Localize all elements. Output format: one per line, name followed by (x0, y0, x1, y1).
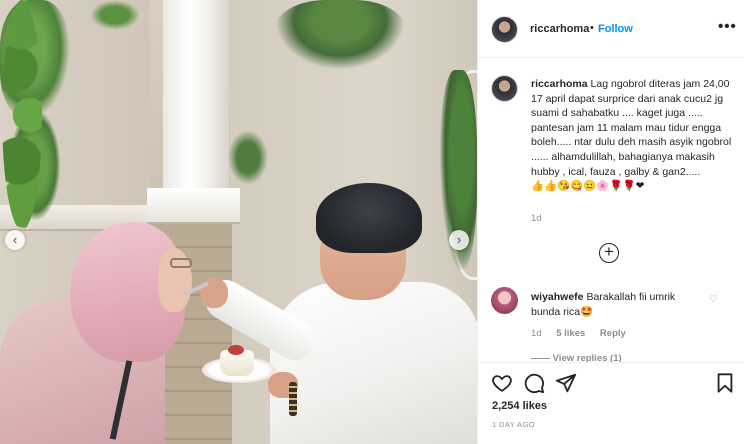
photo-watch (289, 382, 297, 416)
comment-likes[interactable]: 5 likes (556, 328, 585, 339)
author-avatar[interactable] (491, 16, 518, 43)
photo-vine (2, 0, 42, 230)
header-separator: • (590, 22, 594, 34)
commenter-avatar[interactable] (491, 287, 518, 314)
caption-body: Lag ngobrol diteras jam 24,00 17 april d… (531, 78, 732, 178)
comment-timestamp: 1d (531, 328, 542, 339)
comments-section[interactable]: riccarhoma Lag ngobrol diteras jam 24,00… (478, 58, 744, 362)
photo-hanging-plant (275, 0, 405, 70)
comment-meta: 1d 5 likes Reply (531, 328, 638, 339)
follow-button[interactable]: Follow (598, 23, 633, 35)
photo-pillar-base (147, 188, 240, 224)
likes-count[interactable]: 2,254 likes (492, 400, 547, 412)
view-replies[interactable]: —— View replies (1) (531, 353, 622, 362)
next-image-icon[interactable]: › (449, 230, 469, 250)
post-side-panel: riccarhoma • Follow ••• riccarhoma Lag n… (477, 0, 744, 444)
caption-avatar[interactable] (491, 75, 518, 102)
prev-image-icon[interactable]: ‹ (5, 230, 25, 250)
author-username[interactable]: riccarhoma (530, 23, 589, 35)
post-header: riccarhoma • Follow ••• (478, 0, 744, 58)
caption-timestamp: 1d (531, 213, 542, 224)
caption-text: riccarhoma Lag ngobrol diteras jam 24,00… (531, 77, 737, 194)
post-actions: 2,254 likes 1 DAY AGO (478, 362, 744, 444)
comment-text: wiyahwefe Barakallah fii umrik bunda ric… (531, 290, 706, 319)
more-options-icon[interactable]: ••• (718, 18, 737, 35)
photo-plant (228, 130, 268, 185)
comment-like-heart-icon[interactable]: ♡ (709, 294, 718, 305)
like-heart-icon[interactable] (491, 372, 513, 394)
photo-woman-glasses (170, 258, 192, 268)
photo-cake-topping (228, 345, 244, 355)
comment-icon[interactable] (523, 372, 545, 394)
photo-ivy (90, 0, 140, 30)
photo-pillar (163, 0, 229, 192)
commenter-username[interactable]: wiyahwefe (531, 291, 584, 303)
caption-username[interactable]: riccarhoma (531, 78, 588, 90)
photo-man-hair (316, 183, 422, 253)
photo-man-body (270, 282, 477, 444)
caption-emojis: 👍👍😘😋😐🌸🌹🌹❤ (531, 180, 645, 193)
reply-button[interactable]: Reply (600, 328, 626, 339)
add-comment-icon[interactable]: + (599, 243, 619, 263)
share-icon[interactable] (555, 372, 577, 394)
post-timestamp: 1 DAY AGO (492, 420, 535, 429)
save-bookmark-icon[interactable] (714, 372, 736, 394)
post-photo[interactable]: ‹ › (0, 0, 477, 444)
